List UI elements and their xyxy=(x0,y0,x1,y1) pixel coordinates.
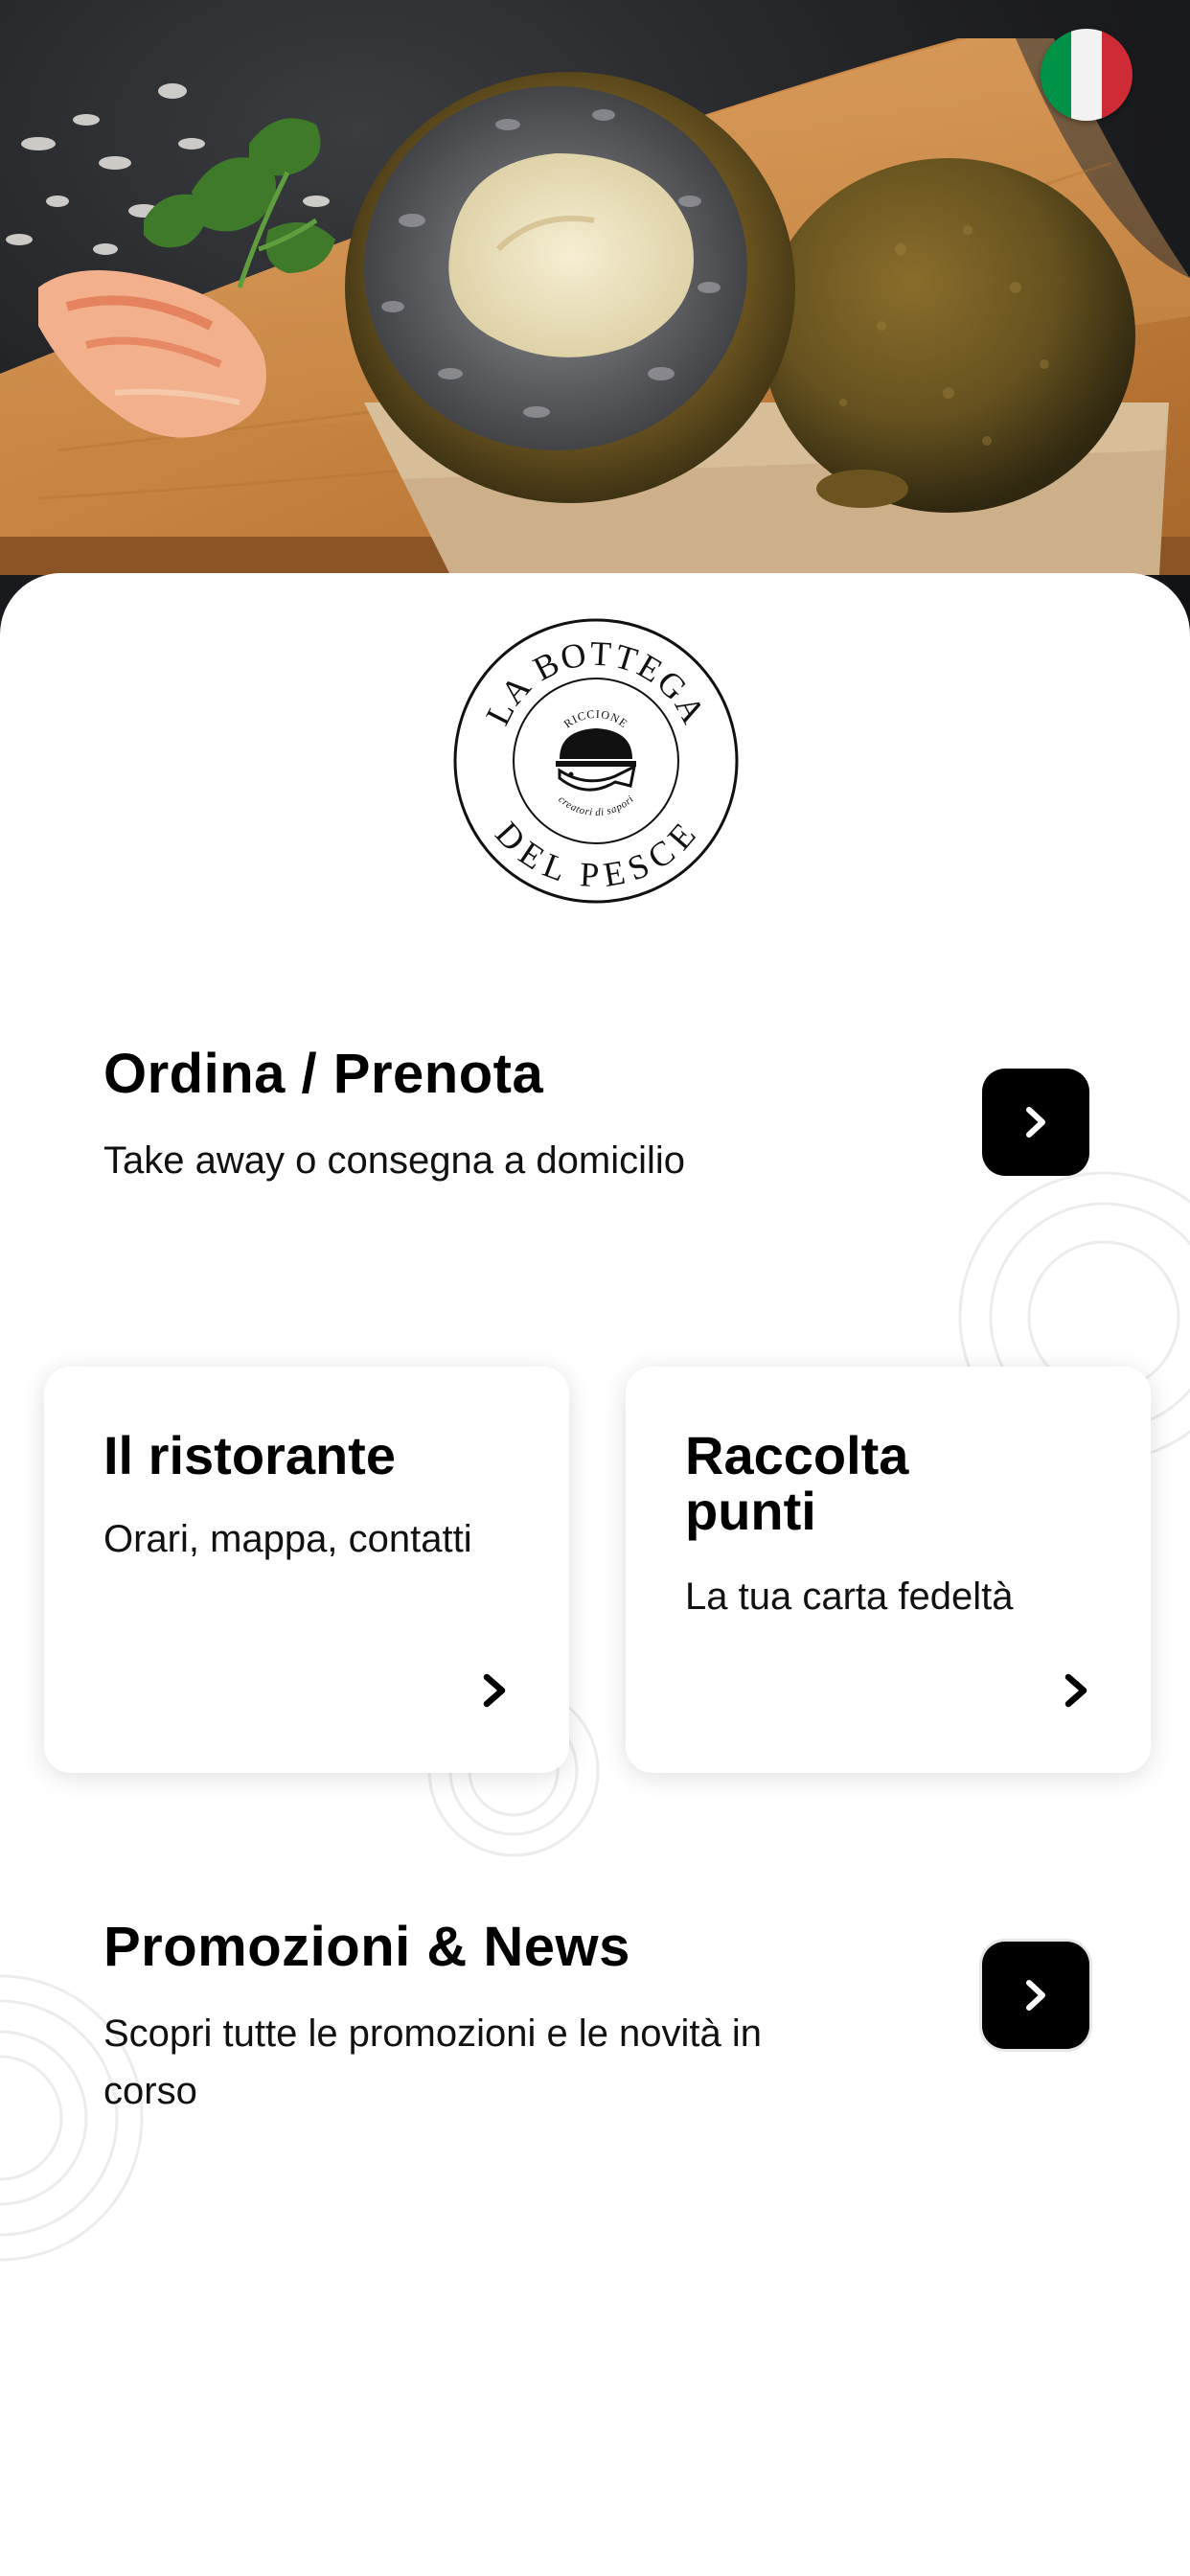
order-arrow-button[interactable] xyxy=(982,1069,1089,1176)
chevron-right-icon xyxy=(1064,1673,1087,1708)
restaurant-subtitle: Orari, mappa, contatti xyxy=(103,1518,472,1560)
order-subtitle: Take away o consegna a domicilio xyxy=(103,1139,686,1182)
chevron-right-icon xyxy=(483,1673,506,1708)
italian-flag-icon[interactable] xyxy=(1041,29,1133,121)
home-screen: LA BOTTEGA DEL PESCE RICCIONE creatori d… xyxy=(0,0,1190,2576)
loyalty-subtitle: La tua carta fedeltà xyxy=(685,1576,1014,1618)
news-arrow-button[interactable] xyxy=(982,1942,1089,2049)
brand-logo: LA BOTTEGA DEL PESCE RICCIONE creatori d… xyxy=(453,618,739,904)
content-sheet: LA BOTTEGA DEL PESCE RICCIONE creatori d… xyxy=(0,573,1190,2576)
order-title: Ordina / Prenota xyxy=(103,1043,544,1105)
chevron-right-icon xyxy=(1026,1980,1045,2011)
news-subtitle: Scopri tutte le promozioni e le novità i… xyxy=(103,2012,763,2112)
chevron-right-icon xyxy=(1026,1107,1045,1138)
loyalty-card[interactable]: Raccolta punti La tua carta fedeltà xyxy=(626,1367,1151,1773)
arancino-photo xyxy=(0,38,1190,575)
loyalty-title: Raccolta punti xyxy=(685,1425,909,1541)
restaurant-card[interactable]: Il ristorante Orari, mappa, contatti xyxy=(44,1367,569,1773)
restaurant-title: Il ristorante xyxy=(103,1425,396,1485)
news-title: Promozioni & News xyxy=(103,1916,630,1978)
hero-image xyxy=(0,0,1190,652)
